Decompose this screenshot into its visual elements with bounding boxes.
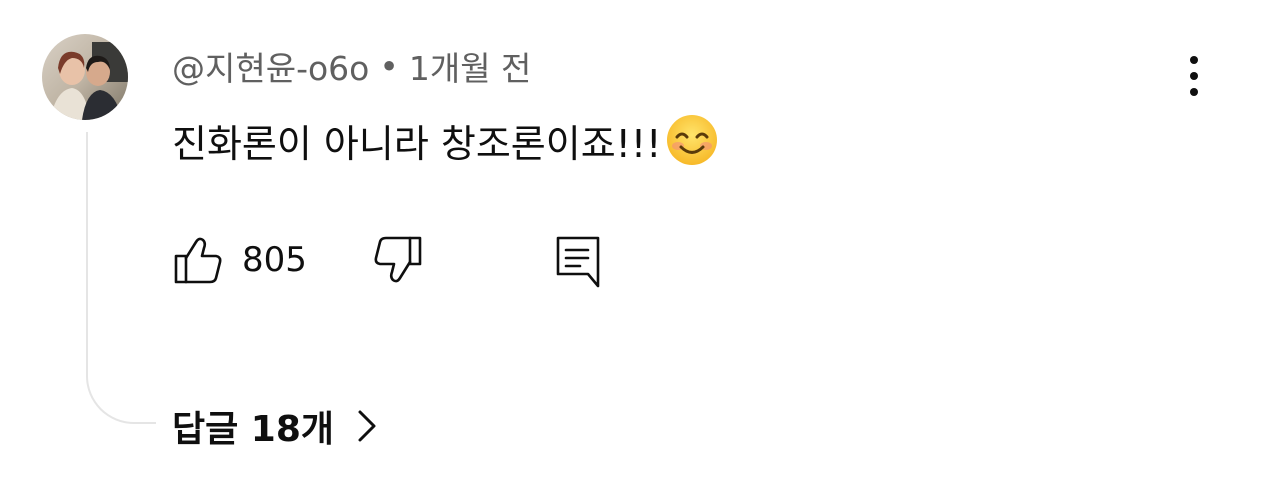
comment-thread: @지현윤-o6o • 1개월 전 진화론이 아니라 창조론이죠!!! 805 답…	[0, 0, 1280, 500]
replies-count-label: 답글 18개	[172, 409, 334, 450]
thread-line	[86, 132, 156, 424]
comment-timestamp[interactable]: 1개월 전	[409, 42, 532, 90]
thumbs-up-icon[interactable]	[172, 234, 224, 286]
chevron-right-icon	[352, 406, 382, 446]
reply-comment-icon[interactable]	[552, 234, 604, 290]
comment-body: 진화론이 아니라 창조론이죠!!!	[172, 110, 719, 170]
comment-meta: @지현윤-o6o • 1개월 전	[172, 42, 532, 90]
view-replies-button[interactable]: 답글 18개	[172, 398, 382, 454]
avatar[interactable]	[42, 34, 128, 120]
author-name[interactable]: @지현윤-o6o	[172, 42, 369, 90]
like-count: 805	[242, 240, 307, 280]
meta-separator: •	[379, 46, 399, 86]
more-vertical-icon[interactable]	[1172, 54, 1216, 98]
thumbs-down-icon[interactable]	[372, 234, 424, 286]
comment-text: 진화론이 아니라 창조론이죠!!!	[172, 121, 662, 166]
smiling-face-emoji	[665, 113, 719, 167]
